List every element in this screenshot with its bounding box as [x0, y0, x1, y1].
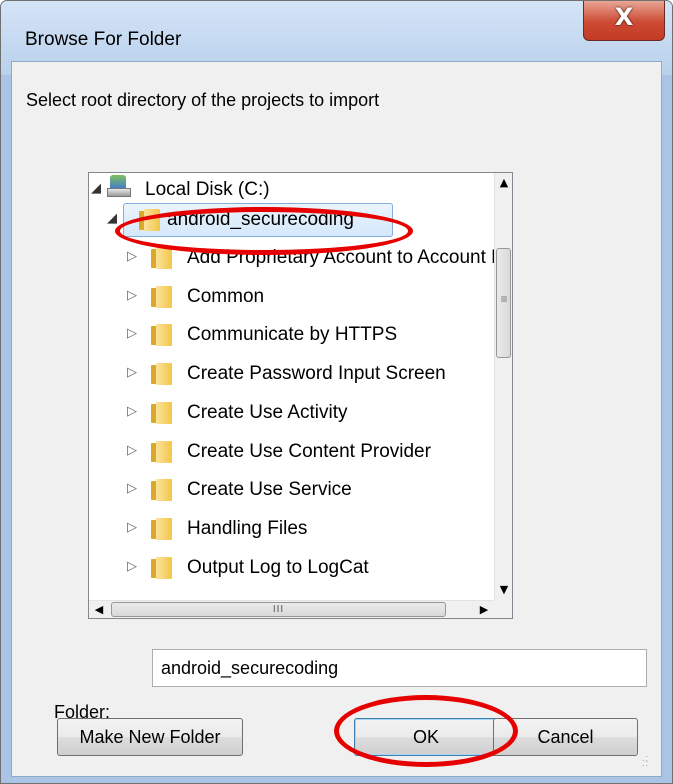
tree-node-label: Create Password Input Screen: [187, 363, 446, 385]
tree-node-label: Common: [187, 285, 265, 307]
ok-button[interactable]: OK: [354, 718, 498, 756]
folder-icon: [151, 401, 173, 424]
tree-node-folder[interactable]: ▷ Create Password Input Screen: [89, 357, 494, 391]
folder-icon: [151, 517, 173, 540]
folder-icon: [151, 324, 173, 347]
tree-node-label: Handling Files: [187, 517, 308, 539]
close-icon: X: [614, 3, 634, 31]
close-button[interactable]: X: [583, 1, 665, 41]
tree-node-folder[interactable]: ▷ Output Log to LogCat: [89, 551, 494, 585]
horizontal-scrollbar[interactable]: ◀ III ▶: [89, 600, 494, 618]
folder-tree[interactable]: ◢ Local Disk (C:) ◢ android_securecoding…: [88, 172, 513, 619]
tree-node-local-disk[interactable]: ◢ Local Disk (C:): [89, 173, 494, 207]
scroll-right-arrow-icon[interactable]: ▶: [474, 601, 494, 619]
window-title: Browse For Folder: [25, 29, 182, 50]
folder-icon: [151, 556, 173, 579]
collapse-arrow-icon[interactable]: ◢: [91, 181, 101, 196]
tree-node-label: Output Log to LogCat: [187, 556, 369, 578]
expand-arrow-icon[interactable]: ▷: [127, 249, 137, 264]
horizontal-scroll-thumb[interactable]: III: [111, 602, 446, 617]
folder-icon: [151, 479, 173, 502]
tree-node-label: Create Use Service: [187, 479, 352, 501]
expand-arrow-icon[interactable]: ▷: [127, 326, 137, 341]
folder-icon: [151, 285, 173, 308]
expand-arrow-icon[interactable]: ▷: [127, 365, 137, 380]
drive-icon: [107, 175, 133, 201]
scrollbar-corner: [494, 600, 512, 618]
instruction-text: Select root directory of the projects to…: [26, 90, 380, 110]
scroll-grip-icon: III: [272, 604, 285, 615]
folder-icon: [151, 247, 173, 269]
tree-node-label: Create Use Content Provider: [187, 440, 431, 462]
tree-node-folder[interactable]: ▷ Communicate by HTTPS: [89, 318, 494, 352]
collapse-arrow-icon[interactable]: ◢: [107, 211, 117, 226]
tree-node-folder[interactable]: ▷ Add Proprietary Account to Account Mana…: [89, 241, 494, 275]
tree-node-folder[interactable]: ▷ Handling Files: [89, 512, 494, 546]
dialog-body: Select root directory of the projects to…: [11, 61, 662, 777]
expand-arrow-icon[interactable]: ▷: [127, 481, 137, 496]
expand-arrow-icon[interactable]: ▷: [127, 559, 137, 574]
make-new-folder-button[interactable]: Make New Folder: [57, 718, 243, 756]
scroll-down-arrow-icon[interactable]: ▼: [495, 580, 513, 600]
folder-tree-viewport: ◢ Local Disk (C:) ◢ android_securecoding…: [89, 173, 494, 600]
tree-node-label: Local Disk (C:): [145, 179, 270, 200]
tree-node-folder[interactable]: ▷ Create Use Activity: [89, 396, 494, 430]
scroll-up-arrow-icon[interactable]: ▲: [495, 173, 513, 193]
tree-node-folder[interactable]: ▷ Common: [89, 280, 494, 314]
vertical-scrollbar[interactable]: ▲ ≡ ▼: [494, 173, 512, 600]
tree-node-folder[interactable]: ▷ Create Use Content Provider: [89, 435, 494, 469]
tree-node-label: android_securecoding: [167, 209, 354, 230]
folder-icon: [151, 440, 173, 463]
vertical-scroll-thumb[interactable]: ≡: [496, 248, 511, 358]
tree-node-label: Add Proprietary Account to Account Manag: [187, 247, 494, 268]
resize-grip-icon[interactable]: .:.:: [642, 754, 649, 768]
tree-node-label: Communicate by HTTPS: [187, 324, 398, 346]
expand-arrow-icon[interactable]: ▷: [127, 443, 137, 458]
tree-node-label: Create Use Activity: [187, 401, 348, 423]
tree-node-android-securecoding[interactable]: ◢ android_securecoding: [89, 203, 494, 237]
scroll-grip-icon: ≡: [500, 292, 508, 306]
tree-node-folder[interactable]: ▷ Create Use Service: [89, 473, 494, 507]
expand-arrow-icon[interactable]: ▷: [127, 288, 137, 303]
expand-arrow-icon[interactable]: ▷: [127, 404, 137, 419]
expand-arrow-icon[interactable]: ▷: [127, 520, 137, 535]
folder-icon: [151, 363, 173, 386]
scroll-left-arrow-icon[interactable]: ◀: [89, 601, 109, 619]
folder-icon: [139, 209, 161, 231]
browse-for-folder-window: Browse For Folder X Select root director…: [0, 0, 673, 784]
cancel-button[interactable]: Cancel: [493, 718, 638, 756]
folder-path-field[interactable]: [152, 649, 647, 687]
